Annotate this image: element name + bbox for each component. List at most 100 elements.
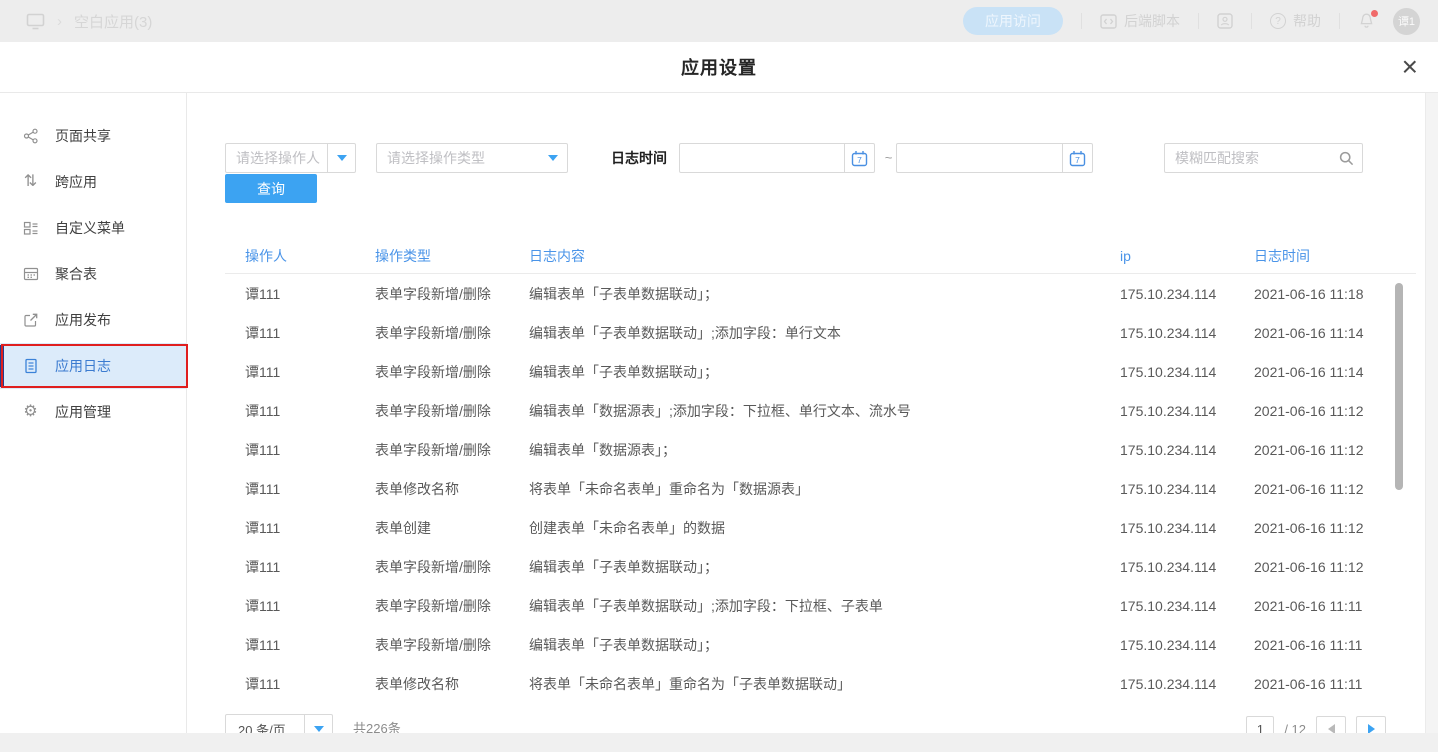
notification-bell-button[interactable] bbox=[1358, 12, 1375, 30]
svg-text:7: 7 bbox=[1075, 155, 1080, 165]
code-icon bbox=[1100, 14, 1117, 29]
help-button[interactable]: ? 帮助 bbox=[1270, 11, 1321, 31]
cell-log-time: 2021-06-16 11:12 bbox=[1254, 481, 1416, 497]
log-panel: 请选择操作人 请选择操作类型 日志时间 7 ~ 7 模糊匹配搜索 bbox=[188, 93, 1438, 752]
cell-operation-type: 表单字段新增/删除 bbox=[375, 401, 529, 421]
cell-operation-type: 表单修改名称 bbox=[375, 674, 529, 694]
cell-log-time: 2021-06-16 11:14 bbox=[1254, 325, 1416, 341]
query-button[interactable]: 查询 bbox=[225, 174, 317, 203]
sidebar-item-page-share[interactable]: 页面共享 bbox=[0, 113, 186, 159]
cell-log-content: 创建表单「未命名表单」的数据 bbox=[529, 518, 1120, 538]
cell-operation-type: 表单字段新增/删除 bbox=[375, 362, 529, 382]
selected-indicator bbox=[0, 345, 4, 387]
backend-script-label: 后端脚本 bbox=[1124, 11, 1180, 31]
aggregate-table-icon bbox=[22, 266, 39, 283]
viewport-bottom-strip bbox=[0, 733, 1438, 752]
cell-log-time: 2021-06-16 11:11 bbox=[1254, 676, 1416, 692]
cell-operation-type: 表单创建 bbox=[375, 518, 529, 538]
cell-log-content: 编辑表单「子表单数据联动」； bbox=[529, 284, 1120, 304]
calendar-icon[interactable]: 7 bbox=[844, 144, 874, 172]
log-table: 操作人 操作类型 日志内容 ip 日志时间 谭111 表单字段新增/删除 编辑表… bbox=[225, 238, 1416, 703]
sidebar-item-app-log[interactable]: 应用日志 bbox=[0, 343, 186, 389]
app-window-icon bbox=[26, 13, 45, 30]
range-separator: ~ bbox=[881, 143, 896, 173]
cell-operation-type: 表单字段新增/删除 bbox=[375, 557, 529, 577]
cell-log-content: 编辑表单「数据源表」;添加字段：下拉框、单行文本、流水号 bbox=[529, 401, 1120, 421]
question-icon: ? bbox=[1270, 13, 1286, 29]
cell-operation-type: 表单字段新增/删除 bbox=[375, 596, 529, 616]
table-row: 谭111 表单字段新增/删除 编辑表单「子表单数据联动」； 175.10.234… bbox=[225, 625, 1416, 664]
page-scrollbar-track bbox=[1425, 93, 1438, 752]
sidebar-item-cross-app[interactable]: ⇅ 跨应用 bbox=[0, 159, 186, 205]
table-body: 谭111 表单字段新增/删除 编辑表单「子表单数据联动」； 175.10.234… bbox=[225, 274, 1416, 703]
svg-text:7: 7 bbox=[857, 155, 862, 165]
sidebar-item-app-manage[interactable]: ⚙ 应用管理 bbox=[0, 389, 186, 435]
app-access-button[interactable]: 应用访问 bbox=[963, 7, 1063, 35]
chevron-down-icon bbox=[548, 155, 558, 161]
cell-log-content: 编辑表单「数据源表」； bbox=[529, 440, 1120, 460]
sidebar-item-aggregate-table[interactable]: 聚合表 bbox=[0, 251, 186, 297]
cell-operation-type: 表单字段新增/删除 bbox=[375, 635, 529, 655]
cell-operator: 谭111 bbox=[245, 518, 375, 538]
help-label: 帮助 bbox=[1293, 11, 1321, 31]
cell-operator: 谭111 bbox=[245, 635, 375, 655]
cell-log-content: 编辑表单「子表单数据联动」;添加字段：下拉框、子表单 bbox=[529, 596, 1120, 616]
search-icon[interactable] bbox=[1330, 150, 1362, 167]
calendar-icon[interactable]: 7 bbox=[1062, 144, 1092, 172]
table-row: 谭111 表单字段新增/删除 编辑表单「子表单数据联动」； 175.10.234… bbox=[225, 352, 1416, 391]
log-icon bbox=[22, 358, 39, 375]
table-row: 谭111 表单修改名称 将表单「未命名表单」重命名为「子表单数据联动」 175.… bbox=[225, 664, 1416, 703]
col-operator: 操作人 bbox=[245, 246, 375, 266]
table-row: 谭111 表单字段新增/删除 编辑表单「数据源表」； 175.10.234.11… bbox=[225, 430, 1416, 469]
sidebar-item-app-publish[interactable]: 应用发布 bbox=[0, 297, 186, 343]
table-row: 谭111 表单字段新增/删除 编辑表单「子表单数据联动」； 175.10.234… bbox=[225, 274, 1416, 313]
col-operation-type: 操作类型 bbox=[375, 246, 529, 266]
cell-operator: 谭111 bbox=[245, 557, 375, 577]
sidebar-item-label: 应用日志 bbox=[55, 356, 111, 376]
col-log-time: 日志时间 bbox=[1254, 246, 1416, 266]
cell-log-time: 2021-06-16 11:14 bbox=[1254, 364, 1416, 380]
divider bbox=[1081, 13, 1082, 29]
table-row: 谭111 表单字段新增/删除 编辑表单「子表单数据联动」;添加字段：下拉框、子表… bbox=[225, 586, 1416, 625]
cell-ip: 175.10.234.114 bbox=[1120, 520, 1254, 536]
sidebar-item-custom-menu[interactable]: 自定义菜单 bbox=[0, 205, 186, 251]
cell-operator: 谭111 bbox=[245, 362, 375, 382]
cell-log-content: 编辑表单「子表单数据联动」； bbox=[529, 362, 1120, 382]
cell-log-time: 2021-06-16 11:18 bbox=[1254, 286, 1416, 302]
backend-script-button[interactable]: 后端脚本 bbox=[1100, 11, 1180, 31]
topbar-breadcrumb: › 空白应用(3) bbox=[0, 11, 152, 32]
table-row: 谭111 表单修改名称 将表单「未命名表单」重命名为「数据源表」 175.10.… bbox=[225, 469, 1416, 508]
transfer-icon: ⇅ bbox=[22, 174, 39, 191]
table-row: 谭111 表单字段新增/删除 编辑表单「子表单数据联动」； 175.10.234… bbox=[225, 547, 1416, 586]
cell-operator: 谭111 bbox=[245, 479, 375, 499]
user-avatar[interactable]: 谭1 bbox=[1393, 8, 1420, 35]
cell-log-time: 2021-06-16 11:12 bbox=[1254, 442, 1416, 458]
cell-ip: 175.10.234.114 bbox=[1120, 676, 1254, 692]
cell-log-time: 2021-06-16 11:12 bbox=[1254, 520, 1416, 536]
cell-operator: 谭111 bbox=[245, 674, 375, 694]
cell-log-time: 2021-06-16 11:12 bbox=[1254, 559, 1416, 575]
share-icon bbox=[22, 128, 39, 145]
cell-ip: 175.10.234.114 bbox=[1120, 364, 1254, 380]
chevron-down-icon bbox=[314, 726, 324, 732]
operation-type-select[interactable]: 请选择操作类型 bbox=[376, 143, 568, 173]
log-time-label: 日志时间 bbox=[611, 143, 667, 173]
table-header: 操作人 操作类型 日志内容 ip 日志时间 bbox=[225, 238, 1416, 274]
divider bbox=[1251, 13, 1252, 29]
notification-dot bbox=[1371, 10, 1378, 17]
cell-operation-type: 表单字段新增/删除 bbox=[375, 440, 529, 460]
gear-icon: ⚙ bbox=[22, 404, 39, 421]
cell-operator: 谭111 bbox=[245, 440, 375, 460]
start-date-input[interactable]: 7 bbox=[679, 143, 875, 173]
fuzzy-search-input[interactable]: 模糊匹配搜索 bbox=[1164, 143, 1363, 173]
end-date-input[interactable]: 7 bbox=[896, 143, 1093, 173]
table-scrollbar[interactable] bbox=[1395, 283, 1403, 490]
sidebar-item-label: 跨应用 bbox=[55, 172, 97, 192]
cell-log-content: 编辑表单「子表单数据联动」； bbox=[529, 557, 1120, 577]
topbar: › 空白应用(3) 应用访问 后端脚本 ? 帮助 bbox=[0, 0, 1438, 42]
operator-select[interactable]: 请选择操作人 bbox=[225, 143, 356, 173]
app-title: 空白应用(3) bbox=[74, 11, 152, 32]
cell-log-content: 编辑表单「子表单数据联动」； bbox=[529, 635, 1120, 655]
contacts-button[interactable] bbox=[1217, 13, 1233, 29]
close-icon[interactable]: × bbox=[1402, 53, 1418, 81]
